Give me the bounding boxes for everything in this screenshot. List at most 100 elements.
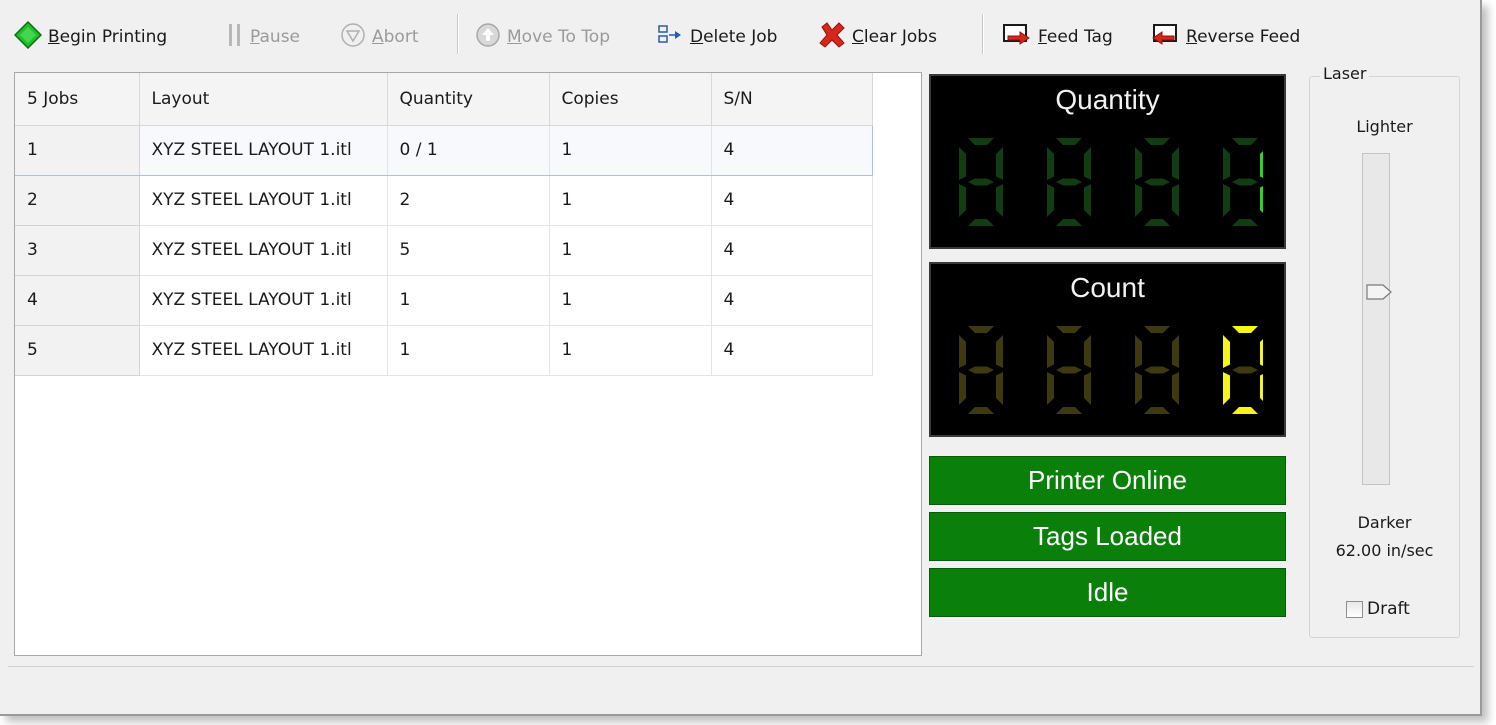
digit-segment	[1135, 335, 1142, 368]
row-number[interactable]: 5	[15, 325, 140, 376]
sn-cell[interactable]: 4	[711, 225, 873, 276]
draft-checkbox-row[interactable]: Draft	[1346, 599, 1410, 619]
digit-segment	[1135, 147, 1142, 180]
digit-segment	[1144, 178, 1170, 186]
quantity-cell[interactable]: 2	[387, 175, 550, 226]
move-to-top-button[interactable]: Move To Top	[475, 22, 610, 52]
copies-cell[interactable]: 1	[549, 275, 712, 326]
digit-segment	[1056, 138, 1082, 145]
sn-cell[interactable]: 4	[711, 325, 873, 376]
digit-segment	[1172, 335, 1179, 368]
count-digits	[959, 326, 1263, 414]
digit-segment	[1260, 186, 1263, 213]
toolbar-separator	[982, 14, 983, 54]
column-header-sn[interactable]: S/N	[711, 73, 873, 126]
digit-segment	[1144, 219, 1170, 226]
copies-cell[interactable]: 1	[549, 124, 712, 176]
feed-tag-button[interactable]: Feed Tag	[1002, 22, 1113, 52]
draft-label: Draft	[1367, 599, 1410, 619]
column-header-jobs[interactable]: 5 Jobs	[15, 73, 140, 126]
digit-segment	[1144, 407, 1170, 414]
abort-label: Abort	[372, 27, 419, 47]
digit-segment	[1056, 407, 1082, 414]
sn-cell[interactable]: 4	[711, 275, 873, 326]
move-to-top-label: Move To Top	[507, 27, 610, 47]
begin-printing-label: Begin Printing	[48, 27, 168, 47]
digit-segment	[959, 184, 966, 217]
row-number[interactable]: 2	[15, 175, 140, 226]
status-printer-online: Printer Online	[929, 456, 1286, 505]
laser-slider-track[interactable]	[1362, 153, 1393, 485]
draft-checkbox[interactable]	[1346, 600, 1363, 618]
table-row[interactable]: 2 XYZ STEEL LAYOUT 1.itl 2 1 4	[15, 175, 873, 226]
layout-cell[interactable]: XYZ STEEL LAYOUT 1.itl	[139, 175, 388, 226]
status-bar	[8, 666, 1474, 712]
pause-button[interactable]: Pause	[226, 22, 300, 52]
laser-group-label: Laser	[1320, 64, 1370, 83]
begin-printing-button[interactable]: Begin Printing	[13, 20, 168, 54]
layout-cell[interactable]: XYZ STEEL LAYOUT 1.itl	[139, 225, 388, 276]
clear-jobs-label: Clear Jobs	[852, 27, 937, 47]
abort-button[interactable]: Abort	[340, 22, 419, 52]
copies-cell[interactable]: 1	[549, 225, 712, 276]
laser-slider-thumb[interactable]	[1365, 282, 1393, 302]
delete-job-button[interactable]: Delete Job	[656, 22, 777, 52]
row-number[interactable]: 3	[15, 225, 140, 276]
digit-segment	[1172, 372, 1179, 405]
digit-segment	[996, 372, 1003, 405]
digit-segment	[1260, 151, 1263, 178]
sn-cell[interactable]: 4	[711, 175, 873, 226]
pause-label: Pause	[250, 27, 301, 47]
sn-cell[interactable]: 4	[711, 124, 873, 176]
up-arrow-circle-icon	[475, 22, 501, 53]
laser-speed: 62.00 in/sec	[1335, 541, 1434, 560]
digit-segment	[968, 407, 994, 414]
digit-segment	[1223, 184, 1230, 217]
digit-segment	[1056, 366, 1082, 374]
reverse-feed-button[interactable]: Reverse Feed	[1150, 22, 1300, 52]
layout-cell[interactable]: XYZ STEEL LAYOUT 1.itl	[139, 124, 388, 176]
copies-cell[interactable]: 1	[549, 325, 712, 376]
digit-segment	[1056, 326, 1082, 333]
status-tags-loaded: Tags Loaded	[929, 512, 1286, 561]
darker-label: Darker	[1357, 513, 1412, 532]
column-header-quantity[interactable]: Quantity	[387, 73, 550, 126]
table-row[interactable]: 1 XYZ STEEL LAYOUT 1.itl 0 / 1 1 4	[15, 124, 873, 176]
digit-segment	[1084, 147, 1091, 180]
column-header-layout[interactable]: Layout	[139, 73, 388, 126]
row-number[interactable]: 4	[15, 275, 140, 326]
status-idle: Idle	[929, 568, 1286, 617]
quantity-cell[interactable]: 5	[387, 225, 550, 276]
digit-segment	[1232, 326, 1258, 333]
digit-segment	[1047, 147, 1054, 180]
table-row[interactable]: 5 XYZ STEEL LAYOUT 1.itl 1 1 4	[15, 325, 873, 376]
digit-segment	[959, 372, 966, 405]
layout-cell[interactable]: XYZ STEEL LAYOUT 1.itl	[139, 325, 388, 376]
digit-segment	[1084, 372, 1091, 405]
table-row[interactable]: 3 XYZ STEEL LAYOUT 1.itl 5 1 4	[15, 225, 873, 276]
quantity-cell[interactable]: 1	[387, 325, 550, 376]
delete-job-icon	[656, 23, 684, 52]
quantity-display-title: Quantity	[1055, 84, 1160, 115]
digit-segment	[1047, 372, 1054, 405]
quantity-cell[interactable]: 1	[387, 275, 550, 326]
column-header-copies[interactable]: Copies	[549, 73, 712, 126]
clear-jobs-button[interactable]: Clear Jobs	[818, 21, 937, 52]
table-row[interactable]: 4 XYZ STEEL LAYOUT 1.itl 1 1 4	[15, 275, 873, 326]
jobs-grid[interactable]: 5 Jobs Layout Quantity Copies S/N 1 XYZ …	[14, 72, 922, 656]
copies-cell[interactable]: 1	[549, 175, 712, 226]
digit-segment	[959, 147, 966, 180]
quantity-cell[interactable]: 0 / 1	[387, 124, 550, 176]
row-number[interactable]: 1	[15, 124, 140, 176]
digit-segment	[1172, 147, 1179, 180]
digit-segment	[1056, 219, 1082, 226]
pause-bars-icon	[226, 22, 244, 53]
count-display-title: Count	[1070, 272, 1145, 303]
digit-segment	[1232, 138, 1258, 145]
digit-segment	[1223, 372, 1230, 405]
digit-segment	[1144, 326, 1170, 333]
digit-segment	[1084, 184, 1091, 217]
digit-segment	[1232, 178, 1258, 186]
green-diamond-icon	[13, 20, 43, 54]
layout-cell[interactable]: XYZ STEEL LAYOUT 1.itl	[139, 275, 388, 326]
